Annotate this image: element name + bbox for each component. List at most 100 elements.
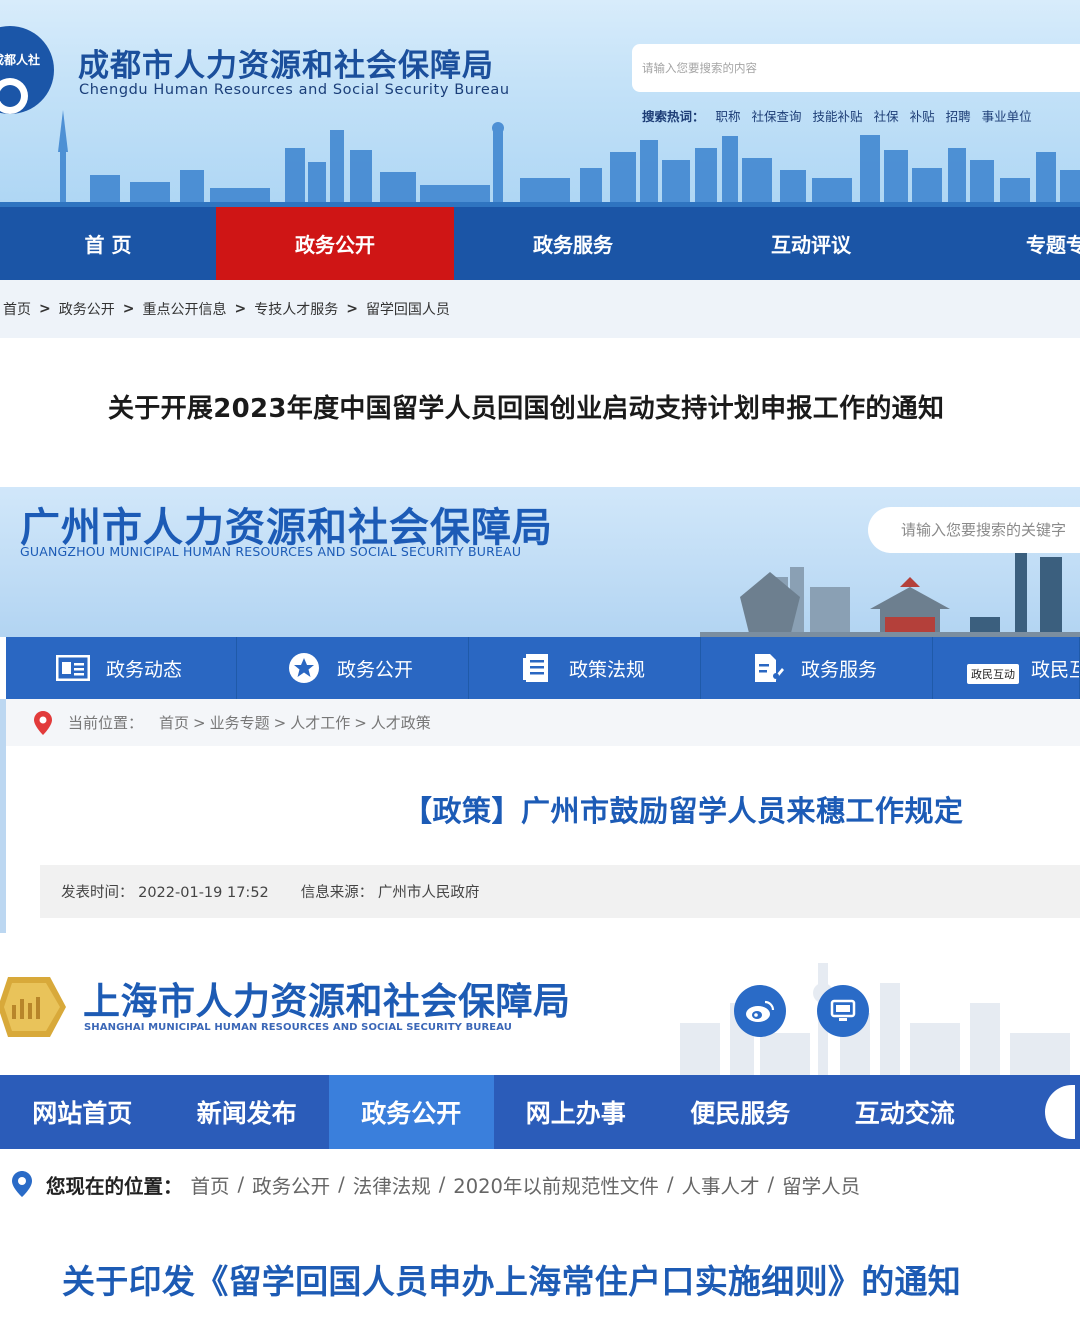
guangzhou-article-title: 【政策】广州市鼓励留学人员来穗工作规定 [403,794,964,828]
guangzhou-article-meta: 发表时间： 2022-01-19 17:52 信息来源： 广州市人民政府 [40,865,1080,918]
breadcrumb-link[interactable]: 留学回国人员 [366,299,450,319]
breadcrumb-link[interactable]: 首页 [3,299,31,319]
chengdu-hot-search-terms: 搜索热词： 职称 社保查询 技能补贴 社保 补贴 招聘 事业单位 [642,106,1032,125]
nav-search-toggle[interactable] [1025,1075,1075,1149]
hot-term-link[interactable]: 事业单位 [982,106,1032,125]
chengdu-header-banner: 成都人社 成都市人力资源和社会保障局 Chengdu Human Resourc… [0,0,1080,207]
nav-item-government-affairs-public[interactable]: 政务公开 [216,207,454,280]
chengdu-site-subtitle: Chengdu Human Resources and Social Secur… [79,82,510,98]
hot-term-link[interactable]: 招聘 [946,106,971,125]
breadcrumb-label: 当前位置： [68,714,144,732]
breadcrumb-separator: / [338,1172,345,1196]
breadcrumb-separator: > [354,713,367,732]
chengdu-article-title: 关于开展2023年度中国留学人员回国创业启动支持计划申报工作的通知 [108,394,945,424]
nav-item-online-services[interactable]: 网上办事 [494,1075,659,1149]
guangzhou-main-nav: 政务动态 政务公开 政策法规 政务服务 政民互动 政民互动 [6,637,1080,699]
guangzhou-header-banner: 广州市人力资源和社会保障局 GUANGZHOU MUNICIPAL HUMAN … [0,487,1080,637]
hot-term-link[interactable]: 社保 [874,106,899,125]
breadcrumb-link[interactable]: 人才工作 [290,712,350,733]
nav-item-government-services[interactable]: 政务服务 [701,637,933,699]
nav-item-site-home[interactable]: 网站首页 [0,1075,165,1149]
hot-term-link[interactable]: 社保查询 [752,106,802,125]
star-badge-icon [287,652,321,684]
nav-item-home[interactable]: 首 页 [0,207,216,280]
nav-item-special-topics[interactable]: 专题专栏 [930,207,1080,280]
nav-item-government-news[interactable]: 政务动态 [6,637,237,699]
chengdu-search-input[interactable] [632,44,1080,92]
breadcrumb-link[interactable]: 专技人才服务 [254,299,338,319]
breadcrumb-separator: / [666,1172,674,1196]
shanghai-header-banner: 上海市人力资源和社会保障局 SHANGHAI MUNICIPAL HUMAN R… [0,945,1080,1075]
nav-item-label: 政民互动 [1031,658,1079,681]
svg-text:成都人社: 成都人社 [0,52,40,67]
breadcrumb-separator: > [122,301,135,317]
info-source: 信息来源： 广州市人民政府 [301,881,480,902]
hot-search-label: 搜索热词： [642,109,705,124]
nav-item-public-interaction[interactable]: 政民互动 政民互动 [933,637,1080,699]
publish-time-label: 发表时间： [61,885,134,901]
nav-item-label: 政务公开 [337,658,414,681]
breadcrumb-separator: > [273,713,287,732]
breadcrumb-link[interactable]: 政务公开 [252,1170,330,1199]
breadcrumb-separator: > [234,301,247,317]
nav-item-interaction[interactable]: 互动交流 [823,1075,988,1149]
shanghai-site-title: 上海市人力资源和社会保障局 [83,980,571,1023]
breadcrumb-separator: > [193,713,206,732]
breadcrumb-separator: > [346,301,358,317]
breadcrumb-link[interactable]: 重点公开信息 [142,299,226,319]
nav-item-label: 政务动态 [106,658,183,681]
breadcrumb-link[interactable]: 2020年以前规范性文件 [453,1170,659,1199]
breadcrumb-link[interactable]: 留学人员 [782,1170,860,1199]
nav-item-label: 政务服务 [801,658,878,681]
shanghai-breadcrumb: 您现在的位置： 首页 / 政务公开 / 法律法规 / 2020年以前规范性文件 … [12,1169,860,1199]
location-pin-icon [34,710,52,735]
guangzhou-site-subtitle: GUANGZHOU MUNICIPAL HUMAN RESOURCES AND … [20,544,522,559]
search-tab-shape [1045,1085,1075,1139]
document-icon [519,652,553,684]
location-pin-icon [12,1171,32,1197]
hot-term-link[interactable]: 技能补贴 [813,106,863,125]
breadcrumb-link[interactable]: 首页 [191,1170,230,1199]
nav-item-news-release[interactable]: 新闻发布 [165,1075,330,1149]
hot-term-link[interactable]: 职称 [716,106,741,125]
breadcrumb-separator: > [39,301,51,317]
chengdu-breadcrumb: 首页 > 政务公开 > 重点公开信息 > 专技人才服务 > 留学回国人员 [0,280,1080,338]
newspaper-icon [56,652,90,684]
shanghai-site-subtitle: SHANGHAI MUNICIPAL HUMAN RESOURCES AND S… [84,1022,512,1033]
breadcrumb-link[interactable]: 人事人才 [682,1170,760,1199]
publish-time-value: 2022-01-19 17:52 [138,885,269,901]
breadcrumb-link[interactable]: 首页 [159,712,189,733]
chengdu-site-title: 成都市人力资源和社会保障局 [78,48,494,84]
breadcrumb-separator: / [767,1172,775,1196]
publish-time: 发表时间： 2022-01-19 17:52 [61,881,269,902]
weibo-icon[interactable] [734,985,786,1037]
nav-item-government-services[interactable]: 政务服务 [454,207,692,280]
nav-item-interactive-review[interactable]: 互动评议 [692,207,930,280]
monitor-icon[interactable] [817,985,869,1037]
nav-item-policies-regulations[interactable]: 政策法规 [469,637,701,699]
breadcrumb-separator: / [438,1172,446,1196]
shanghai-article-title: 关于印发《留学回国人员申办上海常住户口实施细则》的通知 [62,1262,962,1301]
guangzhou-search-input[interactable] [868,507,1080,553]
info-source-label: 信息来源： [300,885,374,901]
breadcrumb-separator: / [237,1172,245,1196]
info-source-value: 广州市人民政府 [377,885,480,901]
guangzhou-breadcrumb: 当前位置： 首页 > 业务专题 > 人才工作 > 人才政策 [6,699,1080,746]
nav-item-label: 政策法规 [569,658,646,681]
nav-item-government-public[interactable]: 政务公开 [329,1075,494,1149]
breadcrumb-link[interactable]: 人才政策 [371,712,431,733]
shanghai-site-screenshot: 上海市人力资源和社会保障局 SHANGHAI MUNICIPAL HUMAN R… [0,945,1080,1317]
guangzhou-site-screenshot: 广州市人力资源和社会保障局 GUANGZHOU MUNICIPAL HUMAN … [0,487,1080,933]
breadcrumb-link[interactable]: 法律法规 [353,1170,431,1199]
breadcrumb-link[interactable]: 政务公开 [59,299,115,319]
breadcrumb-link[interactable]: 业务专题 [210,712,270,733]
hot-term-link[interactable]: 补贴 [910,106,935,125]
nav-item-government-public[interactable]: 政务公开 [237,637,469,699]
shanghai-hrss-logo [0,977,66,1037]
chengdu-hrss-emblem: 成都人社 [0,26,54,114]
chengdu-main-nav: 首 页 政务公开 政务服务 互动评议 专题专栏 [0,207,1080,280]
form-edit-icon [751,652,785,684]
interaction-badge-icon: 政民互动 [967,664,1019,684]
shanghai-main-nav: 网站首页 新闻发布 政务公开 网上办事 便民服务 互动交流 [0,1075,1080,1149]
nav-item-convenience-services[interactable]: 便民服务 [658,1075,823,1149]
